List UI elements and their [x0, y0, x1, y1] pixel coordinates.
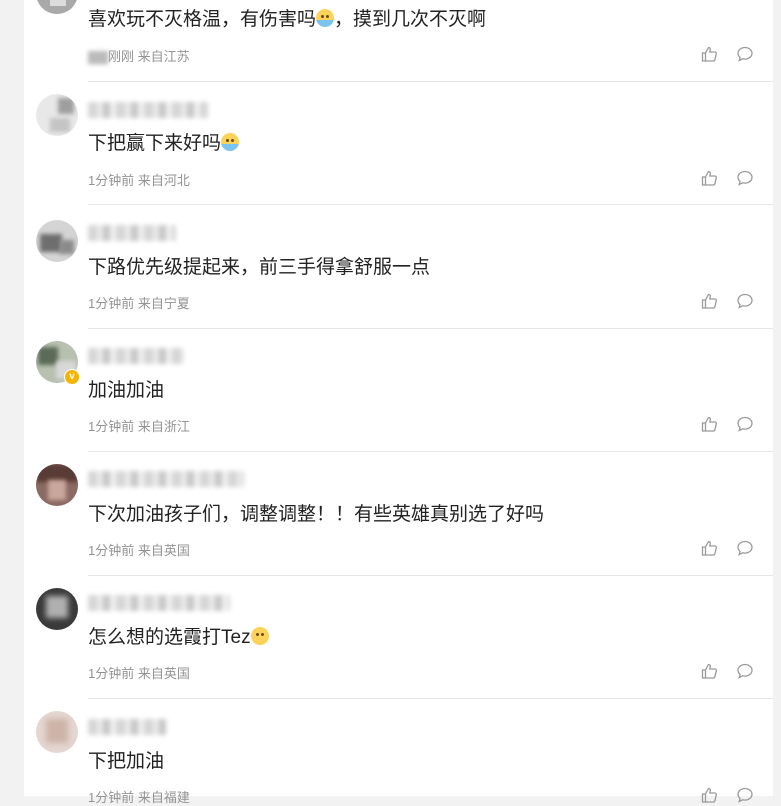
comment-bubble-icon[interactable] [736, 539, 754, 557]
username-blurred[interactable] [88, 471, 244, 487]
thumbs-up-icon[interactable] [700, 662, 718, 680]
username-blurred[interactable] [88, 102, 208, 118]
avatar[interactable] [36, 0, 78, 14]
crying-emoji-icon [221, 133, 240, 151]
comment-text: 喜欢玩不灭格温，有伤害吗 ，摸到几次不灭啊 [88, 9, 487, 30]
comment-bubble-icon[interactable] [736, 786, 754, 804]
comment-meta: 1分钟前 来自福建 [88, 790, 190, 805]
divider [88, 451, 773, 452]
avatar[interactable] [36, 711, 78, 753]
comment-meta: 1分钟前 来自英国 [88, 666, 190, 681]
avatar[interactable] [36, 588, 78, 630]
comment-text: 下路优先级提起来，前三手得拿舒服一点 [88, 257, 431, 278]
divider [88, 204, 773, 205]
comment-text: 怎么想的选霞打Tez [88, 626, 269, 650]
comment-bubble-icon[interactable] [736, 169, 754, 187]
divider [88, 575, 773, 576]
comment-meta: 1分钟前 来自英国 [88, 543, 190, 558]
username-blurred[interactable] [88, 225, 176, 241]
avatar[interactable] [36, 94, 78, 136]
comment-text: 下次加油孩子们，调整调整！！有些英雄真别选了好吗 [88, 504, 545, 525]
comment-bubble-icon[interactable] [736, 45, 754, 63]
comment-meta: 1分钟前 来自河北 [88, 173, 190, 188]
comment-text: 下把赢下来好吗 [88, 132, 240, 156]
comment-meta: ▇▇刚刚 来自江苏 [88, 49, 190, 64]
comment-meta: 1分钟前 来自浙江 [88, 419, 190, 434]
comment-bubble-icon[interactable] [736, 292, 754, 310]
comment-list: 喜欢玩不灭格温，有伤害吗 ，摸到几次不灭啊 ▇▇刚刚 来自江苏 下把赢下来好吗 1… [24, 0, 773, 805]
divider [88, 328, 773, 329]
avatar[interactable] [36, 464, 78, 506]
comment-text: 下把加油 [88, 751, 165, 772]
avatar[interactable] [36, 220, 78, 262]
comment-meta: 1分钟前 来自宁夏 [88, 296, 190, 311]
verified-badge-icon: v [64, 369, 80, 385]
thumbs-up-icon[interactable] [700, 539, 718, 557]
username-blurred[interactable] [88, 348, 184, 364]
username-blurred[interactable] [88, 719, 166, 735]
thumbs-up-icon[interactable] [700, 292, 718, 310]
divider [88, 698, 773, 699]
thumbs-up-icon[interactable] [700, 786, 718, 804]
username-blurred[interactable] [88, 595, 230, 611]
comment-text: 加油加油 [88, 380, 165, 401]
comment-bubble-icon[interactable] [736, 662, 754, 680]
smile-emoji-icon [250, 627, 269, 645]
thumbs-up-icon[interactable] [700, 415, 718, 433]
thumbs-up-icon[interactable] [700, 45, 718, 63]
comment-bubble-icon[interactable] [736, 415, 754, 433]
divider [88, 81, 773, 82]
crying-emoji-icon [316, 9, 335, 27]
thumbs-up-icon[interactable] [700, 169, 718, 187]
